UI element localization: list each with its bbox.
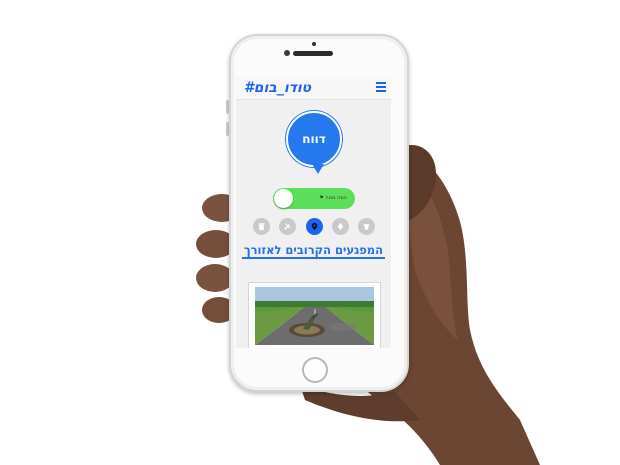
tools-icon[interactable] <box>279 218 297 235</box>
location-pin-icon[interactable] <box>305 218 323 235</box>
nearby-hazards-heading: המפגעים הקרובים לאזורך <box>242 243 385 259</box>
report-button-wrapper: דווח <box>286 111 342 181</box>
front-camera <box>312 42 316 46</box>
home-button[interactable] <box>302 357 328 383</box>
toggle-label: ⚑ המה ממה <box>319 195 347 201</box>
category-filters <box>253 218 375 236</box>
shirt-icon[interactable] <box>358 218 375 235</box>
toggle-knob <box>274 189 293 208</box>
report-toggle[interactable]: ⚑ המה ממה <box>273 188 355 209</box>
report-button[interactable]: דווח <box>286 111 342 167</box>
leaf-icon[interactable] <box>331 218 349 235</box>
phone-screen: #טודו_בום דווח ⚑ המה ממה המפגעים הקרובים… <box>236 77 391 348</box>
hamburger-menu-icon[interactable] <box>376 82 386 92</box>
heading-underline <box>242 257 385 259</box>
front-sensor <box>284 50 290 56</box>
trash-icon[interactable] <box>253 218 270 235</box>
speech-bubble-tail <box>312 164 324 174</box>
earpiece-speaker <box>293 51 333 56</box>
road-pothole-crocodile-photo <box>255 287 374 345</box>
hazard-card[interactable] <box>248 282 381 348</box>
app-logo: #טודו_בום <box>244 80 312 96</box>
app-header: #טודו_בום <box>236 77 391 100</box>
section-title: המפגעים הקרובים לאזורך <box>243 243 384 257</box>
